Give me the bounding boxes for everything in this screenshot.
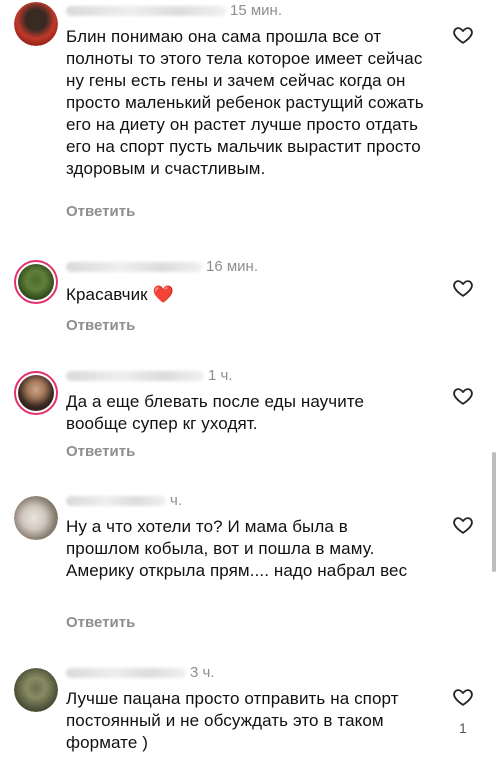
comment-meta: 3 ч.	[66, 664, 215, 684]
reply-button[interactable]: Ответить	[66, 443, 135, 460]
heart-icon[interactable]	[452, 514, 474, 536]
heart-icon[interactable]	[452, 24, 474, 46]
heart-icon[interactable]	[452, 385, 474, 407]
comment-text-body: Красавчик	[66, 285, 148, 304]
comment-meta: ч.	[66, 492, 182, 512]
red-heart-emoji: ❤️	[152, 285, 174, 304]
avatar[interactable]	[14, 2, 58, 46]
comment-text: Ну а что хотели то? И мама была в прошло…	[66, 517, 408, 580]
avatar[interactable]	[14, 668, 58, 712]
blurred-username[interactable]	[66, 496, 166, 507]
comment-text: Блин понимаю она сама прошла все от полн…	[66, 27, 424, 178]
comment-time: 1 ч.	[208, 367, 233, 384]
blurred-username[interactable]	[66, 668, 186, 679]
blurred-username[interactable]	[66, 371, 204, 382]
comment-time: 16 мин.	[206, 258, 258, 275]
comment-text: Да а еще блевать после еды научите вообщ…	[66, 392, 365, 433]
scrollbar-thumb[interactable]	[492, 452, 496, 572]
reply-button[interactable]: Ответить	[66, 203, 135, 220]
avatar[interactable]	[14, 260, 58, 304]
avatar[interactable]	[14, 371, 58, 415]
comment-time: ч.	[170, 492, 182, 509]
comment-time: 15 мин.	[230, 2, 282, 19]
comment-meta: 1 ч.	[66, 367, 233, 387]
comment-meta: 16 мин.	[66, 258, 258, 278]
comment-time: 3 ч.	[190, 664, 215, 681]
like-count: 1	[459, 720, 467, 736]
comment-text: Лучше пацана просто отправить на спорт п…	[66, 689, 399, 752]
blurred-username[interactable]	[66, 6, 226, 17]
comment-text: Красавчик ❤️	[66, 284, 426, 306]
comment-meta: 15 мин.	[66, 2, 282, 22]
heart-icon[interactable]	[452, 686, 474, 708]
reply-button[interactable]: Ответить	[66, 614, 135, 631]
avatar[interactable]	[14, 496, 58, 540]
heart-icon[interactable]	[452, 277, 474, 299]
reply-button[interactable]: Ответить	[66, 317, 135, 334]
blurred-username[interactable]	[66, 262, 202, 273]
